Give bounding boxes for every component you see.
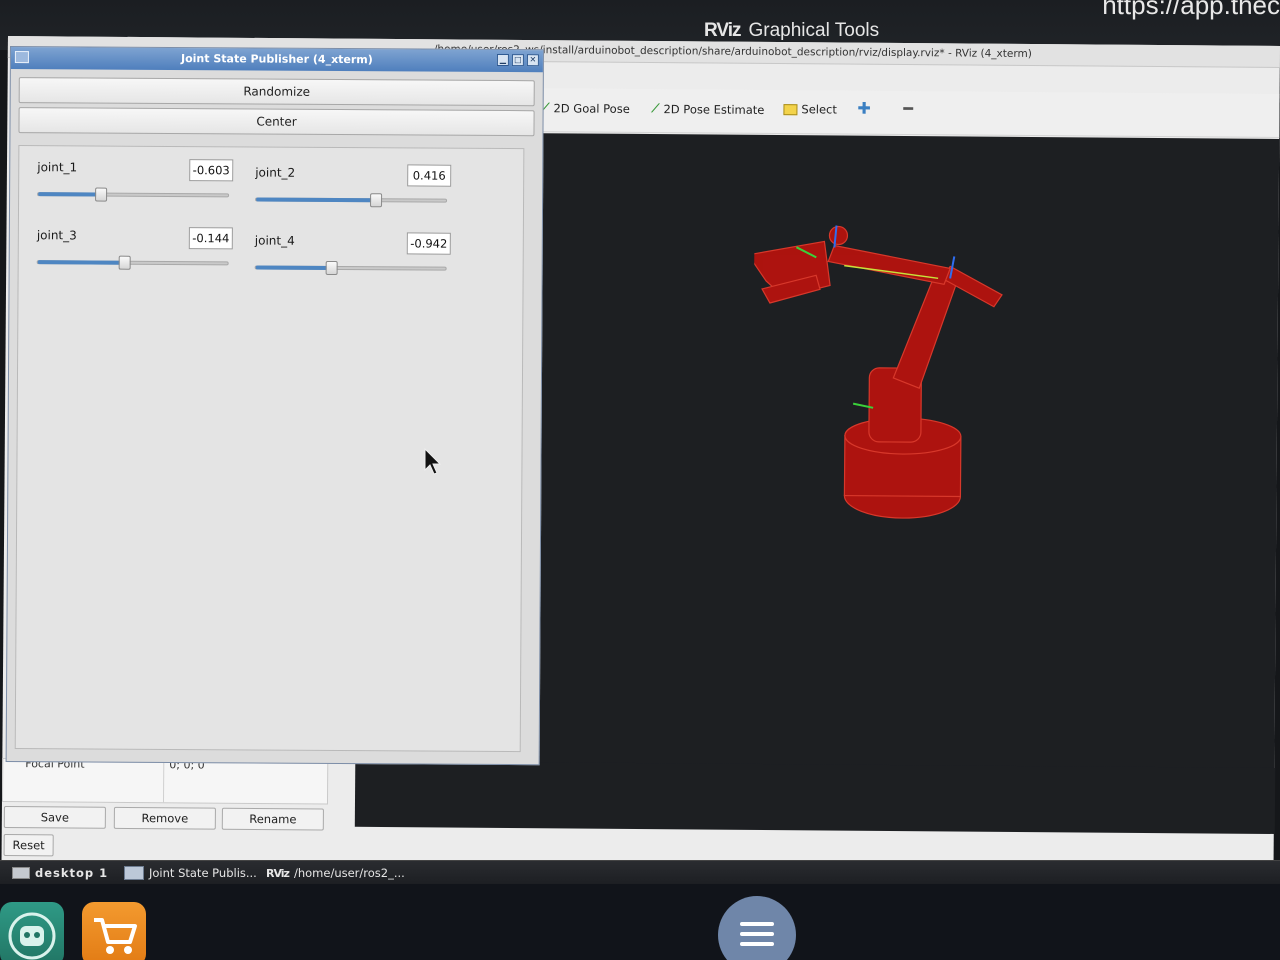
save-button[interactable]: Save [3, 805, 106, 829]
slider-fill [256, 197, 376, 203]
robot-forearm [827, 244, 952, 286]
slider-handle[interactable] [369, 193, 382, 208]
jsp-window-title: Joint State Publisher (4_xterm) [180, 52, 373, 67]
jsp-titlebar[interactable]: Joint State Publisher (4_xterm) ▁ □ ✕ [10, 47, 543, 73]
joint-value-field[interactable]: -0.603 [189, 159, 234, 182]
joint-label: joint_4 [254, 233, 295, 248]
tool-label: 2D Pose Estimate [663, 101, 765, 117]
joint-control-joint-2: joint_2 0.416 [255, 164, 452, 215]
plus-icon: ✚ [857, 98, 871, 118]
joint-value-field[interactable]: -0.942 [406, 232, 451, 255]
slider-handle[interactable] [119, 255, 132, 270]
mouse-pointer-icon [424, 448, 442, 475]
menu-icon-line [740, 942, 774, 946]
minimize-icon[interactable]: ▁ [496, 53, 509, 67]
reset-button[interactable]: Reset [3, 833, 54, 857]
randomize-button[interactable]: Randomize [18, 77, 535, 107]
maximize-icon[interactable]: □ [511, 54, 524, 67]
tool-remove-button[interactable]: ━ [903, 99, 913, 118]
tool-label: Select [801, 102, 837, 117]
app-title-text: Graphical Tools [748, 20, 880, 41]
task-label: Joint State Publis... [149, 866, 257, 880]
rename-button[interactable]: Rename [221, 807, 324, 831]
slider-fill [38, 192, 101, 197]
tool-label: 2D Goal Pose [553, 100, 630, 116]
joint-control-joint-1: joint_1 -0.603 [37, 158, 234, 209]
robot-model [752, 225, 1003, 519]
menu-icon-line [740, 922, 774, 926]
joint-value-field[interactable]: -0.144 [188, 227, 233, 250]
close-icon[interactable]: ✕ [526, 54, 539, 67]
rviz-icon: RViz [266, 866, 290, 880]
joint-label: joint_1 [37, 160, 78, 175]
center-button[interactable]: Center [18, 107, 535, 137]
remove-button[interactable]: Remove [113, 806, 216, 830]
select-icon [783, 103, 798, 115]
joint-label: joint_2 [255, 165, 296, 180]
shop-app-icon[interactable] [82, 902, 146, 960]
window-icon [124, 866, 144, 880]
tool-2d-pose-estimate[interactable]: ⟋ 2D Pose Estimate [651, 101, 764, 117]
task-rviz[interactable]: RViz /home/user/ros2_... [266, 864, 405, 882]
joint-slider[interactable] [37, 187, 230, 202]
tool-2d-goal-pose[interactable]: ⟋ 2D Goal Pose [541, 100, 629, 116]
slider-fill [255, 265, 332, 270]
device-bottom-bar [0, 884, 1280, 960]
robot-upper-arm [892, 275, 957, 389]
joint-value-field[interactable]: 0.416 [407, 164, 452, 187]
task-joint-state-publisher[interactable]: Joint State Publis... [124, 864, 257, 882]
joint-slider[interactable] [36, 255, 229, 270]
tool-select[interactable]: Select [783, 102, 837, 117]
menu-icon-line [740, 932, 774, 936]
cart-icon [94, 918, 137, 954]
slider-handle[interactable] [325, 260, 338, 276]
desktop-label: desktop 1 [35, 866, 109, 880]
rviz-toolbar: ⟋ 2D Goal Pose ⟋ 2D Pose Estimate Select… [537, 88, 1280, 138]
robot-icon [8, 912, 56, 960]
rviz-logo: RViz [704, 20, 741, 41]
joint-control-joint-4: joint_4 -0.942 [254, 231, 451, 282]
joint-slider[interactable] [254, 260, 447, 276]
joint-control-joint-3: joint_3 -0.144 [36, 226, 233, 277]
app-title: RViz Graphical Tools [704, 20, 879, 42]
desktop-icon [12, 867, 30, 879]
joint-sliders-panel: joint_1 -0.603 joint_2 0.416 joint_3 -0.… [14, 145, 525, 753]
slider-handle[interactable] [94, 187, 107, 202]
joint-label: joint_3 [36, 228, 77, 243]
robot-app-icon[interactable] [0, 902, 64, 960]
joint-state-publisher-window: Joint State Publisher (4_xterm) ▁ □ ✕ Ra… [5, 46, 544, 766]
3d-viewport-lower[interactable] [354, 760, 1276, 834]
minus-icon: ━ [903, 99, 914, 119]
property-divider [162, 760, 165, 803]
joint-slider[interactable] [255, 193, 448, 208]
3d-viewport[interactable] [535, 133, 1280, 829]
task-label: /home/user/ros2_... [293, 866, 405, 880]
pose-arrow-icon: ⟋ [651, 101, 660, 116]
desktop-switcher[interactable]: desktop 1 [12, 864, 108, 882]
tool-add-button[interactable]: ✚ [857, 99, 871, 118]
slider-fill [37, 260, 126, 265]
displays-panel: Focal Point 0; 0; 0 [1, 757, 329, 805]
browser-url-fragment: https://app.thec [1102, 0, 1280, 20]
taskbar: desktop 1 Joint State Publis... RViz /ho… [0, 860, 1280, 884]
robot-wrist-joint [828, 225, 849, 246]
